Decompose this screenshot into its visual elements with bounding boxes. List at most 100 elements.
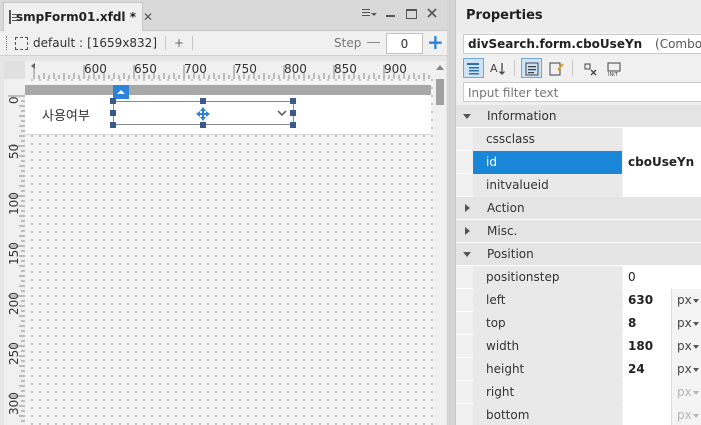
step-decrease-button[interactable] — [367, 42, 380, 43]
move-icon[interactable] — [196, 107, 210, 121]
properties-panel: Properties divSearch.form.cboUseYn (Comb… — [455, 0, 701, 425]
step-increase-button[interactable]: + — [427, 32, 444, 52]
svg-text:INIT: INIT — [608, 72, 619, 77]
selected-object-name: divSearch.form.cboUseYn — [468, 37, 643, 51]
property-value[interactable]: 0 — [623, 266, 701, 289]
window-controls — [362, 6, 439, 20]
scroll-thumb[interactable] — [436, 79, 444, 105]
close-window-icon[interactable] — [425, 6, 439, 20]
prop-row-width[interactable]: width 180 px — [456, 335, 701, 358]
document-icon — [9, 10, 18, 24]
resize-handle[interactable] — [290, 110, 296, 116]
window-menu-icon[interactable] — [362, 6, 377, 20]
prop-row-id[interactable]: id cboUseYn — [456, 151, 701, 174]
ruler-label: 200 — [7, 292, 21, 315]
category-information[interactable]: Information — [456, 105, 701, 128]
unit-select: px — [671, 381, 701, 404]
prop-row-right[interactable]: right px — [456, 381, 701, 404]
scroll-up-icon[interactable] — [436, 65, 444, 70]
use-yn-label[interactable]: 사용여부 — [42, 105, 90, 124]
ruler-label: 650 — [134, 62, 157, 76]
prop-row-top[interactable]: top 8 px — [456, 312, 701, 335]
collapse-icon[interactable] — [465, 227, 470, 235]
property-value[interactable] — [623, 174, 701, 197]
ruler-label: 900 — [384, 62, 407, 76]
property-value[interactable]: 630 — [623, 289, 671, 312]
property-value[interactable]: 180 — [623, 335, 671, 358]
layout-size: [1659x832] — [87, 36, 158, 50]
property-name: right — [473, 381, 622, 404]
style-icon[interactable] — [579, 58, 600, 78]
property-value[interactable]: cboUseYn — [623, 151, 701, 174]
property-value[interactable] — [623, 128, 701, 151]
expand-icon[interactable] — [463, 114, 471, 119]
tab-smpform01[interactable]: smpForm01.xfdl * ✕ — [3, 2, 153, 31]
resize-handle[interactable] — [110, 122, 116, 128]
svg-text:A: A — [490, 62, 498, 75]
prop-row-bottom[interactable]: bottom px — [456, 404, 701, 425]
prop-row-positionstep[interactable]: positionstep 0 — [456, 266, 701, 289]
resize-handle[interactable] — [110, 110, 116, 116]
events-view-icon[interactable] — [545, 58, 566, 78]
property-name: positionstep — [473, 266, 622, 289]
property-name: width — [473, 335, 622, 358]
property-value[interactable] — [623, 404, 671, 425]
unit-select[interactable]: px — [671, 335, 701, 358]
layout-toolbar: default : [1659x832] + Step + — [0, 31, 447, 56]
properties-view-icon[interactable] — [521, 58, 542, 78]
ruler-label: 600 — [84, 62, 107, 76]
ruler-label: 250 — [7, 342, 21, 365]
properties-title: Properties — [456, 0, 701, 32]
collapse-icon[interactable] — [465, 204, 470, 212]
category-label: Action — [487, 201, 525, 215]
init-icon[interactable]: INIT — [603, 58, 624, 78]
toolbar-separator — [192, 36, 194, 50]
prop-row-left[interactable]: left 630 px — [456, 289, 701, 312]
unit-select[interactable]: px — [671, 289, 701, 312]
property-filter-input[interactable] — [463, 82, 701, 102]
property-name: height — [473, 358, 622, 381]
panel-splitter[interactable] — [447, 0, 455, 425]
maximize-icon[interactable] — [406, 9, 417, 19]
resize-handle[interactable] — [110, 98, 116, 104]
anchor-top-icon[interactable] — [113, 85, 129, 99]
property-value[interactable] — [623, 381, 671, 404]
property-name: left — [473, 289, 622, 312]
resize-handle[interactable] — [290, 122, 296, 128]
tab-close-icon[interactable]: ✕ — [143, 10, 153, 24]
prop-row-height[interactable]: height 24 px — [456, 358, 701, 381]
layout-name[interactable]: default : — [33, 36, 83, 50]
toolbar-grip — [6, 36, 9, 50]
category-label: Position — [487, 247, 534, 261]
categorized-view-icon[interactable] — [463, 58, 484, 78]
properties-toolbar: A INIT — [463, 57, 701, 79]
sort-alpha-icon[interactable]: A — [487, 58, 508, 78]
ruler-label: 800 — [284, 62, 307, 76]
property-value[interactable]: 8 — [623, 312, 671, 335]
prop-row-initvalueid[interactable]: initvalueid — [456, 174, 701, 197]
prop-row-cssclass[interactable]: cssclass — [456, 128, 701, 151]
property-name: bottom — [473, 404, 622, 425]
minimize-icon[interactable] — [384, 6, 398, 20]
toolbar-separator — [165, 36, 167, 50]
add-layout-button[interactable]: + — [174, 36, 184, 50]
resize-handle[interactable] — [200, 98, 206, 104]
property-name: top — [473, 312, 622, 335]
vertical-ruler: 0 50 100 150 200 250 300 — [4, 79, 25, 425]
step-input[interactable] — [386, 33, 423, 54]
category-position[interactable]: Position — [456, 243, 701, 266]
design-canvas[interactable]: 사용여부 — [25, 79, 433, 425]
unit-select[interactable]: px — [671, 312, 701, 335]
resize-handle[interactable] — [200, 122, 206, 128]
resize-handle[interactable] — [290, 98, 296, 104]
canvas-scrollbar[interactable] — [433, 61, 446, 425]
expand-icon[interactable] — [463, 252, 471, 257]
property-value[interactable]: 24 — [623, 358, 671, 381]
category-misc[interactable]: Misc. — [456, 220, 701, 243]
ruler-label: 850 — [334, 62, 357, 76]
category-action[interactable]: Action — [456, 197, 701, 220]
selected-object[interactable]: divSearch.form.cboUseYn (Combo) — [463, 34, 701, 54]
editor-tab-bar: smpForm01.xfdl * ✕ — [0, 0, 447, 31]
unit-select[interactable]: px — [671, 358, 701, 381]
toolbar-separator — [514, 60, 515, 76]
